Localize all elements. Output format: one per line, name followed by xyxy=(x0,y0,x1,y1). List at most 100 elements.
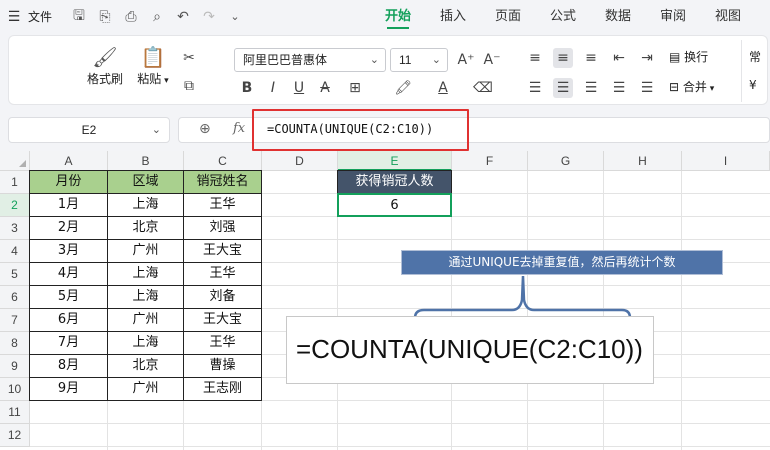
font-size-select[interactable]: 11 ⌄ xyxy=(390,48,448,72)
table-cell[interactable]: 7月 xyxy=(29,331,108,355)
row-header-5[interactable]: 5 xyxy=(0,263,30,286)
save-icon[interactable]: 🖫 xyxy=(66,5,92,29)
row-header-12[interactable]: 12 xyxy=(0,424,30,447)
redo-icon[interactable]: ↷ xyxy=(196,9,222,25)
table-cell[interactable]: 广州 xyxy=(107,377,184,401)
clear-format-icon[interactable]: ⌫ xyxy=(473,78,493,98)
row-header-4[interactable]: 4 xyxy=(0,240,30,263)
table-header-cell[interactable]: 销冠姓名 xyxy=(183,170,262,194)
align-middle-icon[interactable]: ≡ xyxy=(553,48,573,68)
italic-icon[interactable]: I xyxy=(263,78,283,98)
row-header-8[interactable]: 8 xyxy=(0,332,30,355)
table-cell[interactable]: 广州 xyxy=(107,308,184,332)
table-cell[interactable]: 王志刚 xyxy=(183,377,262,401)
table-cell[interactable]: 3月 xyxy=(29,239,108,263)
table-cell[interactable]: 王华 xyxy=(183,331,262,355)
table-cell[interactable]: 上海 xyxy=(107,331,184,355)
file-menu[interactable]: 文件 xyxy=(28,8,52,25)
row-header-10[interactable]: 10 xyxy=(0,378,30,401)
indent-increase-icon[interactable]: ⇥ xyxy=(637,48,657,68)
column-header-d[interactable]: D xyxy=(262,151,338,171)
tab-view[interactable]: 视图 xyxy=(715,0,741,33)
table-cell[interactable]: 8月 xyxy=(29,354,108,378)
decrease-font-icon[interactable]: A⁻ xyxy=(482,50,502,70)
menu-icon[interactable]: ☰ xyxy=(0,9,28,25)
table-cell[interactable]: 5月 xyxy=(29,285,108,309)
table-cell[interactable]: 2月 xyxy=(29,216,108,240)
column-header-h[interactable]: H xyxy=(604,151,682,171)
distribute-icon[interactable]: ☰ xyxy=(637,78,657,98)
export-icon[interactable]: ⎘ xyxy=(92,9,118,25)
table-cell[interactable]: 9月 xyxy=(29,377,108,401)
row-header-3[interactable]: 3 xyxy=(0,217,30,240)
row-header-1[interactable]: 1 xyxy=(0,171,30,194)
table-cell[interactable]: 上海 xyxy=(107,262,184,286)
format-painter-button[interactable]: 🖌 格式刷 xyxy=(85,44,125,87)
align-bottom-icon[interactable]: ≡ xyxy=(581,48,601,68)
table-cell[interactable]: 王大宝 xyxy=(183,239,262,263)
table-header-cell[interactable]: 区域 xyxy=(107,170,184,194)
align-top-icon[interactable]: ≡ xyxy=(525,48,545,68)
increase-font-icon[interactable]: A⁺ xyxy=(456,50,476,70)
underline-icon[interactable]: U xyxy=(289,78,309,98)
align-right-icon[interactable]: ☰ xyxy=(581,78,601,98)
row-header-7[interactable]: 7 xyxy=(0,309,30,332)
strikethrough-icon[interactable]: A xyxy=(315,78,335,98)
table-cell[interactable]: 王华 xyxy=(183,262,262,286)
table-cell[interactable]: 刘备 xyxy=(183,285,262,309)
table-header-cell[interactable]: 月份 xyxy=(29,170,108,194)
bold-icon[interactable]: B xyxy=(237,78,257,98)
table-cell[interactable]: 广州 xyxy=(107,239,184,263)
table-cell[interactable]: 1月 xyxy=(29,193,108,217)
currency-button[interactable]: ¥ xyxy=(749,78,757,92)
row-header-2[interactable]: 2 xyxy=(0,194,30,217)
column-header-f[interactable]: F xyxy=(452,151,528,171)
table-cell[interactable]: 刘强 xyxy=(183,216,262,240)
zoom-icon[interactable]: ⊕ xyxy=(199,121,211,137)
print-icon[interactable]: ⎙ xyxy=(118,9,144,25)
font-name-select[interactable]: 阿里巴巴普惠体 ⌄ xyxy=(234,48,386,72)
select-all-corner[interactable] xyxy=(0,151,30,171)
table-cell[interactable]: 北京 xyxy=(107,216,184,240)
column-header-i[interactable]: I xyxy=(682,151,770,171)
font-color-icon[interactable]: A xyxy=(433,78,453,98)
tab-insert[interactable]: 插入 xyxy=(440,0,466,33)
tab-page[interactable]: 页面 xyxy=(495,0,521,33)
table-cell[interactable]: 王大宝 xyxy=(183,308,262,332)
border-icon[interactable]: ⊞ xyxy=(345,78,365,98)
table-cell[interactable]: 6月 xyxy=(29,308,108,332)
paste-button[interactable]: 📋 粘贴 ▾ xyxy=(133,44,173,87)
align-left-icon[interactable]: ☰ xyxy=(525,78,545,98)
merge-button[interactable]: ⊟ 合并 ▾ xyxy=(669,78,714,95)
row-header-9[interactable]: 9 xyxy=(0,355,30,378)
name-box[interactable]: E2 ⌄ xyxy=(8,117,170,143)
active-cell-e2[interactable]: 6 xyxy=(337,193,452,217)
column-header-a[interactable]: A xyxy=(30,151,108,171)
chevron-down-icon[interactable]: ⌄ xyxy=(222,10,248,23)
align-center-icon[interactable]: ☰ xyxy=(553,78,573,98)
column-header-c[interactable]: C xyxy=(184,151,262,171)
row-header-11[interactable]: 11 xyxy=(0,401,30,424)
tab-home[interactable]: 开始 xyxy=(385,0,411,33)
indent-decrease-icon[interactable]: ⇤ xyxy=(609,48,629,68)
copy-icon[interactable]: ⧉ xyxy=(179,76,199,96)
column-header-g[interactable]: G xyxy=(528,151,604,171)
result-header-cell[interactable]: 获得销冠人数 xyxy=(337,170,452,194)
justify-icon[interactable]: ☰ xyxy=(609,78,629,98)
tab-formula[interactable]: 公式 xyxy=(550,0,576,33)
tab-data[interactable]: 数据 xyxy=(605,0,631,33)
tab-review[interactable]: 审阅 xyxy=(660,0,686,33)
table-cell[interactable]: 4月 xyxy=(29,262,108,286)
print-preview-icon[interactable]: ⌕ xyxy=(144,9,170,25)
fx-icon[interactable]: fx xyxy=(233,121,245,136)
table-cell[interactable]: 曹操 xyxy=(183,354,262,378)
row-header-6[interactable]: 6 xyxy=(0,286,30,309)
column-header-b[interactable]: B xyxy=(108,151,184,171)
undo-icon[interactable]: ↶ xyxy=(170,9,196,25)
column-header-e[interactable]: E xyxy=(338,151,452,171)
cut-icon[interactable]: ✂ xyxy=(179,48,199,68)
formula-input[interactable]: =COUNTA(UNIQUE(C2:C10)) xyxy=(267,122,433,136)
number-format-select[interactable]: 常 xyxy=(749,48,761,65)
table-cell[interactable]: 王华 xyxy=(183,193,262,217)
wrap-text-button[interactable]: ▤ 换行 xyxy=(669,48,708,65)
